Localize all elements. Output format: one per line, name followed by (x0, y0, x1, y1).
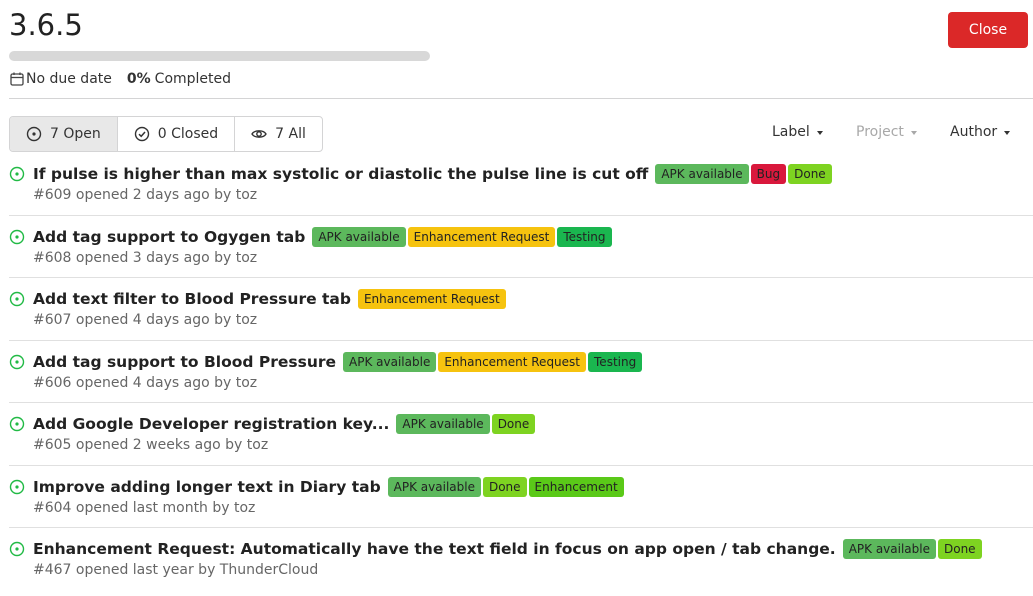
issue-label-badge[interactable]: Bug (750, 164, 787, 184)
milestone-progress-bar (9, 51, 430, 61)
issue-open-icon (9, 291, 25, 307)
issue-open-icon (9, 229, 25, 245)
calendar-icon (9, 71, 25, 87)
issue-label-badge[interactable]: Testing (557, 226, 612, 247)
issue-labels: APK available Enhancement Request Testing (312, 226, 613, 247)
issue-meta: #608 opened 3 days ago by toz (33, 249, 258, 266)
check-circle-icon (134, 126, 150, 142)
tab-closed-label: 0 Closed (157, 126, 219, 142)
issue-title-link[interactable]: Add text filter to Blood Pressure tab (33, 290, 351, 308)
issue-label-badge[interactable]: Done (482, 476, 527, 497)
issue-title-link[interactable]: Add tag support to Ogygen tab (33, 228, 305, 246)
issue-open-icon (9, 416, 25, 432)
issue-meta: #604 opened last month by toz (33, 499, 256, 516)
issue-meta: #606 opened 4 days ago by toz (33, 374, 258, 391)
issue-labels: APK available Enhancement Request Testing (343, 351, 644, 372)
chevron-down-icon (1004, 130, 1011, 135)
issue-label-badge[interactable]: Enhancement Request (357, 289, 506, 309)
author-filter-dropdown[interactable]: Author (950, 124, 1011, 140)
issue-row: Add tag support to Blood Pressure APK ava… (9, 341, 1033, 403)
issue-headline: Add tag support to Blood Pressure APK ava… (33, 351, 644, 372)
completed-percent: 0% (126, 71, 151, 87)
issue-label-badge[interactable]: Done (937, 539, 982, 559)
issue-labels: APK available Done (842, 539, 984, 559)
issue-row: Improve adding longer text in Diary tab A… (9, 466, 1033, 528)
issue-row: Add Google Developer registration key...… (9, 403, 1033, 466)
issue-label-badge[interactable]: Enhancement Request (438, 351, 587, 372)
issue-label-badge[interactable]: Testing (588, 351, 643, 372)
issue-title-link[interactable]: Enhancement Request: Automatically have … (33, 540, 836, 558)
issue-labels: APK available Bug Done (655, 164, 833, 184)
issue-label-badge[interactable]: APK available (312, 226, 406, 247)
tab-all[interactable]: 7 All (235, 117, 322, 151)
issue-headline: Add tag support to Ogygen tab APK availab… (33, 226, 614, 247)
issue-labels: APK available Done (396, 414, 537, 434)
issue-open-icon (9, 354, 25, 370)
issue-meta: #605 opened 2 weeks ago by toz (33, 437, 269, 453)
header-divider (9, 98, 1033, 99)
issue-headline: Add Google Developer registration key...… (33, 414, 537, 434)
chevron-down-icon (910, 130, 917, 135)
label-filter-text: Label (772, 124, 810, 140)
issue-title-link[interactable]: If pulse is higher than max systolic or … (33, 165, 648, 183)
issue-meta: #467 opened last year by ThunderCloud (33, 562, 319, 578)
close-milestone-button[interactable]: Close (948, 12, 1028, 48)
issue-open-icon (26, 126, 42, 142)
issue-row: Add tag support to Ogygen tab APK availab… (9, 216, 1033, 278)
issue-open-icon (9, 541, 25, 557)
tab-all-label: 7 All (275, 126, 306, 142)
issue-label-badge[interactable]: Enhancement (528, 476, 624, 497)
tab-open[interactable]: 7 Open (10, 117, 118, 151)
issue-label-badge[interactable]: APK available (387, 476, 481, 497)
issue-row: Add text filter to Blood Pressure tab Enh… (9, 278, 1033, 341)
issue-row: If pulse is higher than max systolic or … (9, 153, 1033, 216)
label-filter-dropdown[interactable]: Label (772, 124, 823, 140)
chevron-down-icon (816, 130, 823, 135)
project-filter-text: Project (856, 124, 904, 140)
issue-label-badge[interactable]: APK available (655, 164, 749, 184)
tab-closed[interactable]: 0 Closed (118, 117, 236, 151)
issue-label-badge[interactable]: Enhancement Request (407, 226, 556, 247)
issue-headline: Add text filter to Blood Pressure tab Enh… (33, 289, 508, 309)
issue-label-badge[interactable]: APK available (842, 539, 936, 559)
issue-headline: Improve adding longer text in Diary tab A… (33, 476, 626, 497)
tab-open-label: 7 Open (50, 126, 101, 142)
author-filter-text: Author (950, 124, 998, 140)
project-filter-dropdown[interactable]: Project (856, 124, 917, 140)
milestone-title: 3.6.5 (9, 8, 83, 42)
issue-labels: Enhancement Request (357, 289, 508, 309)
issue-open-icon (9, 479, 25, 495)
issue-state-tabs: 7 Open 0 Closed 7 All (9, 116, 323, 152)
issue-meta: #609 opened 2 days ago by toz (33, 187, 258, 203)
eye-icon (251, 126, 267, 142)
completed-label: Completed (154, 71, 232, 87)
issue-headline: Enhancement Request: Automatically have … (33, 539, 984, 559)
issue-title-link[interactable]: Add tag support to Blood Pressure (33, 353, 336, 371)
due-date-text: No due date (26, 71, 112, 87)
issue-label-badge[interactable]: Done (491, 414, 536, 434)
issue-label-badge[interactable]: APK available (396, 414, 490, 434)
issue-label-badge[interactable]: APK available (343, 351, 437, 372)
issue-title-link[interactable]: Improve adding longer text in Diary tab (33, 478, 381, 496)
issue-list: If pulse is higher than max systolic or … (9, 153, 1033, 591)
issue-labels: APK available Done Enhancement (387, 476, 626, 497)
issue-meta: #607 opened 4 days ago by toz (33, 312, 258, 328)
issue-title-link[interactable]: Add Google Developer registration key... (33, 415, 389, 433)
issue-label-badge[interactable]: Done (788, 164, 832, 184)
issue-headline: If pulse is higher than max systolic or … (33, 164, 834, 184)
milestone-meta: No due date 0% Completed (9, 70, 231, 88)
issue-open-icon (9, 166, 25, 182)
issue-row: Enhancement Request: Automatically have … (9, 528, 1033, 591)
